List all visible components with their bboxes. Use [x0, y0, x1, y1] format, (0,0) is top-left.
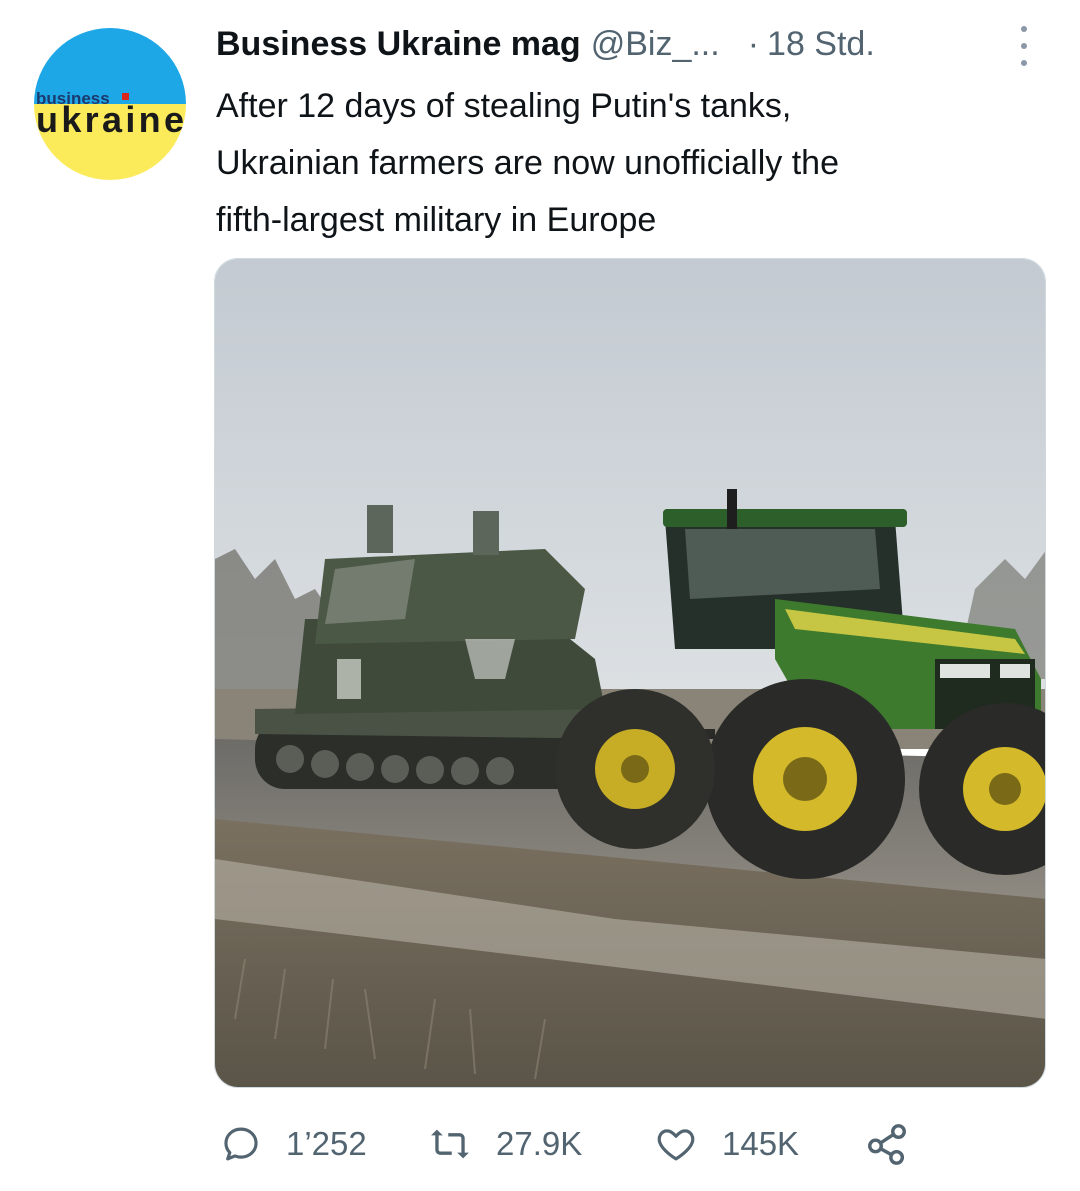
like-count: 145K: [722, 1125, 800, 1162]
tweet-text: After 12 days of stealing Putin's tanks,…: [216, 78, 1036, 249]
avatar[interactable]: business ukraine: [34, 28, 186, 180]
reply-icon: [224, 1127, 258, 1161]
dot-separator: ·: [747, 24, 760, 63]
retweet-button[interactable]: 27.9K: [428, 1112, 582, 1176]
tractor-towing-tank-image: [215, 259, 1045, 1087]
like-button[interactable]: 145K: [654, 1112, 799, 1176]
tweet-text-line: Ukrainian farmers are now unofficially t…: [216, 144, 839, 182]
retweet-count: 27.9K: [496, 1125, 583, 1162]
share-button[interactable]: [864, 1112, 910, 1176]
retweet-icon: [431, 1129, 469, 1159]
heart-icon: [657, 1129, 695, 1161]
tweet-header: Business Ukraine mag @Biz_... · 18 Std.: [216, 22, 1056, 66]
tweet-timestamp[interactable]: 18 Std.: [767, 25, 875, 64]
reply-count: 1’252: [286, 1125, 367, 1162]
author-handle[interactable]: @Biz_...: [591, 25, 720, 64]
author-display-name[interactable]: Business Ukraine mag: [216, 25, 581, 64]
tweet-text-line: After 12 days of stealing Putin's tanks,: [216, 87, 792, 125]
business-ukraine-logo: business ukraine: [36, 89, 184, 140]
reply-button[interactable]: 1’252: [220, 1112, 367, 1176]
tweet-media-photo[interactable]: [214, 258, 1046, 1088]
share-icon: [868, 1124, 906, 1165]
more-options-icon[interactable]: [1014, 26, 1034, 66]
tweet-text-line: fifth-largest military in Europe: [216, 201, 657, 239]
tweet-actions: 1’252 27.9K 145K: [214, 1112, 1034, 1176]
